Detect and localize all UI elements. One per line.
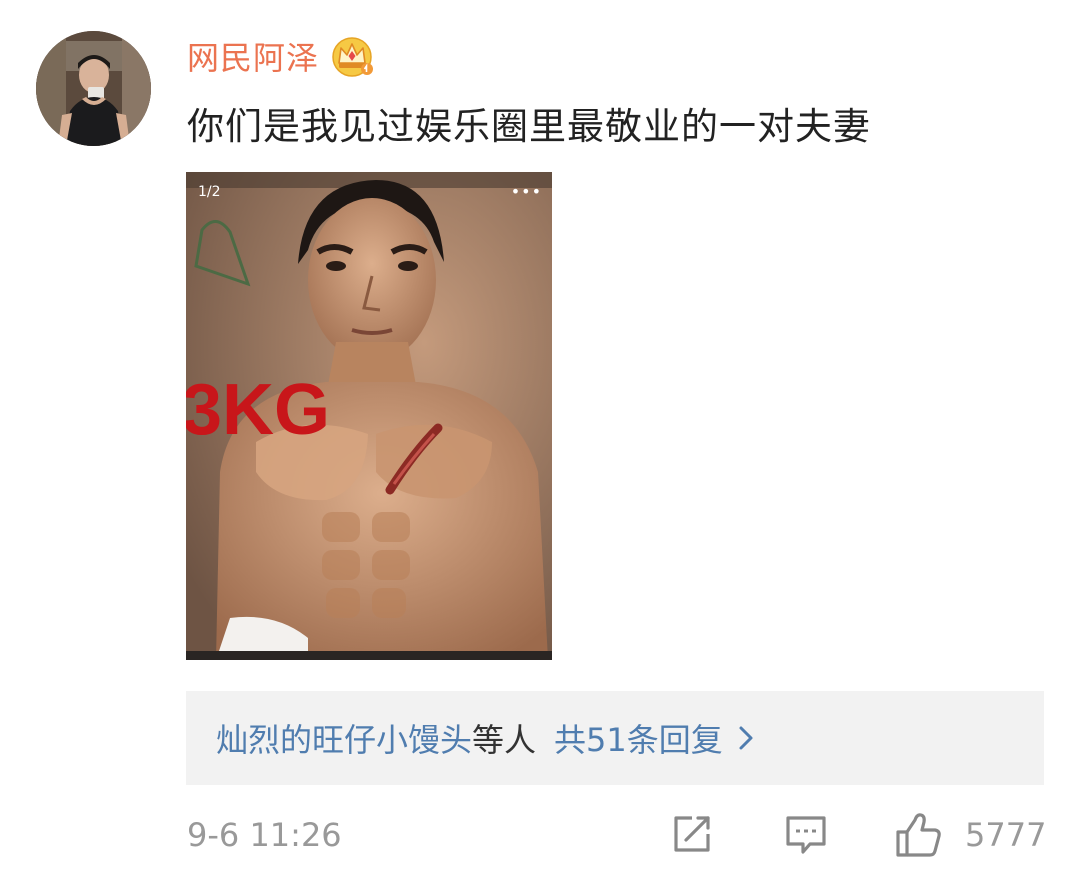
like-button[interactable]: 5777 [893, 810, 1046, 860]
comment-timestamp: 9-6 11:26 [187, 816, 342, 854]
share-icon [674, 816, 710, 852]
chevron-right-icon [739, 726, 753, 750]
share-button[interactable] [670, 812, 714, 856]
replies-summary[interactable]: 灿烈的旺仔小馒头 等人 共51条回复 [186, 691, 1044, 785]
username-row: 网民阿泽 [187, 28, 375, 84]
crown-icon [332, 37, 374, 77]
replies-summary-content: 灿烈的旺仔小馒头 等人 共51条回复 [216, 715, 755, 761]
reply-others-label: 等人 [472, 721, 537, 759]
reply-count-link[interactable]: 共51条回复 [554, 715, 723, 761]
image-bottom-bar [186, 651, 552, 660]
username[interactable]: 网民阿泽 [187, 33, 319, 79]
like-count: 5777 [965, 816, 1047, 854]
comment-item: 网民阿泽 你们是我见过娱乐圈里最敬业的一对夫妻 3KG 1/2 ••• 灿烈的旺… [0, 0, 1080, 881]
avatar-image [36, 31, 151, 146]
comment-icon [786, 816, 826, 854]
image-counter: 1/2 [198, 184, 221, 200]
reply-user-link[interactable]: 灿烈的旺仔小馒头 [216, 715, 472, 761]
image-more-button[interactable]: ••• [511, 182, 542, 201]
reply-button[interactable] [783, 812, 829, 858]
overlay-weight-text: 3KG [186, 370, 330, 450]
photo-illustration: 3KG [186, 172, 552, 660]
comment-image[interactable]: 3KG 1/2 ••• [186, 172, 552, 660]
comment-text: 你们是我见过娱乐圈里最敬业的一对夫妻 [187, 105, 871, 148]
avatar[interactable] [36, 31, 151, 146]
thumbs-up-icon [896, 813, 941, 857]
